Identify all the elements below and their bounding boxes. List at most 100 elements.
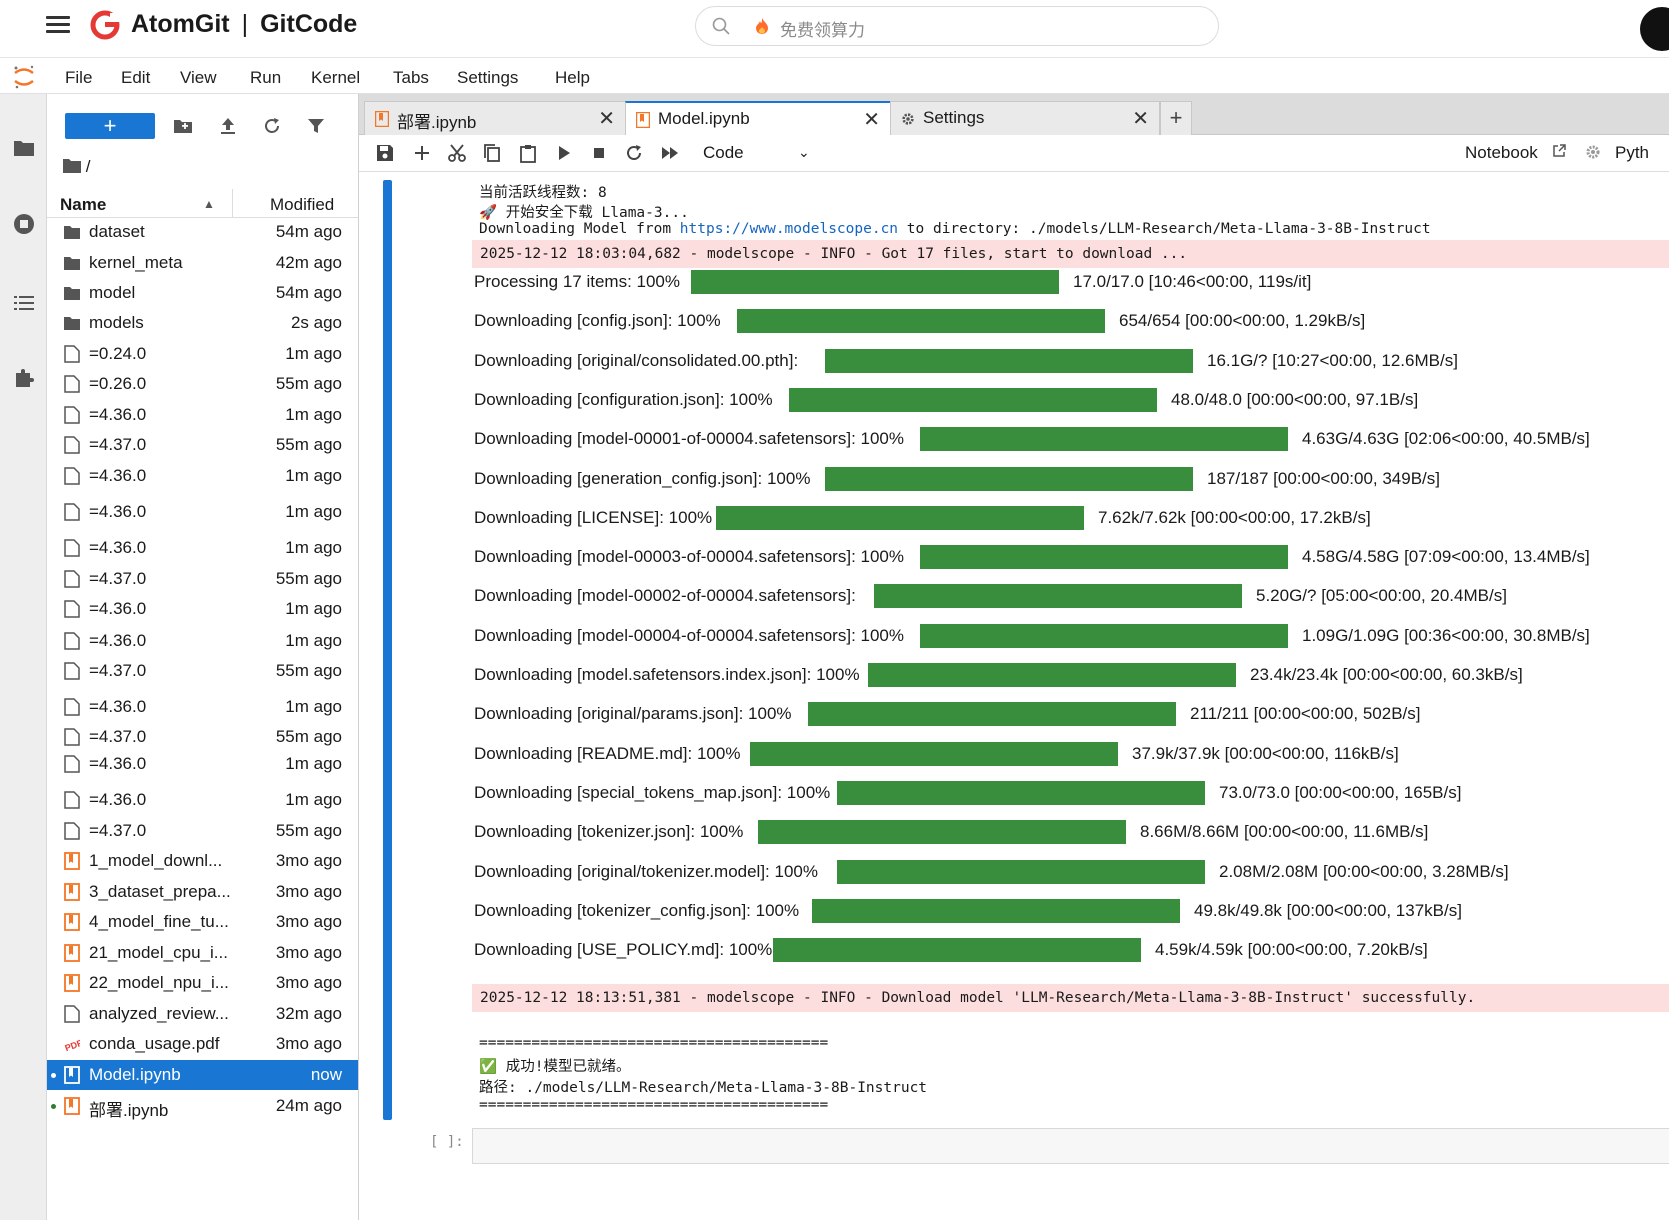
new-folder-icon[interactable] [173,116,193,136]
file-row[interactable]: =4.37.0 55m ago [47,564,358,594]
brand-title[interactable]: AtomGit | GitCode [131,10,357,39]
close-icon[interactable]: ✕ [1132,106,1149,131]
file-row[interactable]: PDF conda_usage.pdf 3mo ago [47,1029,358,1059]
menu-file[interactable]: File [65,68,92,88]
file-row[interactable]: =0.26.0 55m ago [47,369,358,399]
file-row[interactable]: dataset 54m ago [47,217,358,247]
file-row[interactable]: models 2s ago [47,308,358,338]
file-row[interactable]: 1_model_downl... 3mo ago [47,846,358,876]
search-input[interactable]: 免费领算力 [695,6,1219,46]
progress-bar [825,466,1193,491]
chevron-down-icon[interactable]: ⌄ [798,144,810,161]
active-cell-indicator[interactable] [383,180,392,1120]
upload-icon[interactable] [218,116,238,136]
column-divider[interactable] [232,189,233,217]
close-icon[interactable]: ✕ [598,106,615,131]
notebook-icon [64,883,80,901]
filter-icon[interactable] [306,116,326,136]
file-row[interactable]: =4.37.0 55m ago [47,430,358,460]
paste-icon[interactable] [518,143,538,163]
extensions-puzzle-icon[interactable] [12,366,36,390]
progress-row: Processing 17 items: 100% 17.0/17.0 [10:4… [474,268,1654,298]
file-row[interactable]: model 54m ago [47,278,358,308]
file-row[interactable]: 22_model_npu_i... 3mo ago [47,968,358,998]
svg-text:PDF: PDF [64,1038,80,1053]
add-cell-icon[interactable] [412,143,432,163]
file-row[interactable]: =4.36.0 1m ago [47,594,358,624]
menu-run[interactable]: Run [250,68,281,88]
file-row[interactable]: =4.36.0 1m ago [47,400,358,430]
breadcrumb[interactable]: / [63,157,90,177]
code-cell-input[interactable] [472,1128,1669,1164]
file-row[interactable]: 21_model_cpu_i... 3mo ago [47,938,358,968]
progress-stats: 1.09G/1.09G [00:36<00:00, 30.8MB/s] [1302,625,1590,645]
tab-settings[interactable]: Settings ✕ [890,101,1160,135]
cell-type-select[interactable]: Code [703,143,744,163]
file-row[interactable]: =4.36.0 1m ago [47,749,358,779]
tab-label: Model.ipynb [658,109,750,128]
menu-edit[interactable]: Edit [121,68,150,88]
run-icon[interactable] [554,143,574,163]
file-row[interactable]: =4.36.0 1m ago [47,497,358,527]
file-row[interactable]: =4.36.0 1m ago [47,533,358,563]
stderr-log: 2025-12-12 18:03:04,682 - modelscope - I… [472,240,1669,268]
tab-deploy-notebook[interactable]: 部署.ipynb ✕ [364,101,626,135]
save-icon[interactable] [375,143,395,163]
menu-kernel[interactable]: Kernel [311,68,360,88]
table-of-contents-icon[interactable] [12,291,36,315]
file-name: 21_model_cpu_i... [89,943,228,962]
file-row[interactable]: =4.36.0 1m ago [47,785,358,815]
file-row[interactable]: =4.37.0 55m ago [47,722,358,752]
stop-icon[interactable] [589,143,609,163]
modelscope-link[interactable]: https://www.modelscope.cn [680,221,898,237]
file-row[interactable]: =0.24.0 1m ago [47,339,358,369]
progress-label: Downloading [tokenizer.json]: 100% [474,822,744,842]
running-terminals-icon[interactable] [12,212,36,236]
column-name-header[interactable]: Name [60,195,106,215]
folder-icon[interactable] [12,136,36,160]
log-text: 2025-12-12 18:03:04,682 - modelscope - I… [480,246,1188,262]
file-row[interactable]: 4_model_fine_tu... 3mo ago [47,907,358,937]
file-modified: 1m ago [285,502,342,521]
progress-row: Downloading [model-00003-of-00004.safete… [474,543,1654,573]
file-row[interactable]: kernel_meta 42m ago [47,248,358,278]
fast-forward-icon[interactable] [660,143,680,163]
copy-icon[interactable] [482,143,502,163]
open-external-icon[interactable] [1551,143,1567,159]
new-launcher-button[interactable]: + [65,113,155,139]
file-row[interactable]: =4.36.0 1m ago [47,461,358,491]
file-row[interactable]: =4.36.0 1m ago [47,626,358,656]
tab-model-notebook[interactable]: Model.ipynb ✕ [625,101,891,137]
menu-settings[interactable]: Settings [457,68,518,88]
file-row[interactable]: =4.36.0 1m ago [47,692,358,722]
refresh-icon[interactable] [262,116,282,136]
breadcrumb-root[interactable]: / [86,157,91,176]
menu-help[interactable]: Help [555,68,590,88]
menu-tabs[interactable]: Tabs [393,68,429,88]
file-row[interactable]: Model.ipynb now [47,1060,358,1090]
menu-view[interactable]: View [180,68,217,88]
file-row[interactable]: 部署.ipynb 24m ago [47,1091,358,1121]
avatar[interactable] [1640,7,1669,51]
notebook-label[interactable]: Notebook [1465,143,1538,163]
file-row[interactable]: =4.37.0 55m ago [47,656,358,686]
file-icon [64,600,80,618]
column-modified-header[interactable]: Modified [270,195,334,215]
close-icon[interactable]: ✕ [863,107,880,132]
restart-icon[interactable] [624,143,644,163]
file-name: model [89,283,136,302]
kernel-name[interactable]: Pyth [1615,143,1649,163]
file-row[interactable]: 3_dataset_prepa... 3mo ago [47,877,358,907]
file-modified: 1m ago [285,466,342,485]
progress-label: Downloading [original/consolidated.00.pt… [474,350,799,370]
sort-ascending-icon[interactable]: ▲ [203,197,215,211]
notebook-icon [64,1066,80,1084]
file-row[interactable]: =4.37.0 55m ago [47,816,358,846]
file-modified: 55m ago [275,661,342,680]
gitcode-logo-icon[interactable] [90,10,120,40]
output-start-download: 🚀 开始安全下载 Llama-3... [479,205,689,221]
file-row[interactable]: analyzed_review... 32m ago [47,999,358,1029]
cut-icon[interactable] [447,143,467,163]
hamburger-menu-icon[interactable] [46,13,70,37]
add-tab-button[interactable]: + [1160,101,1192,136]
